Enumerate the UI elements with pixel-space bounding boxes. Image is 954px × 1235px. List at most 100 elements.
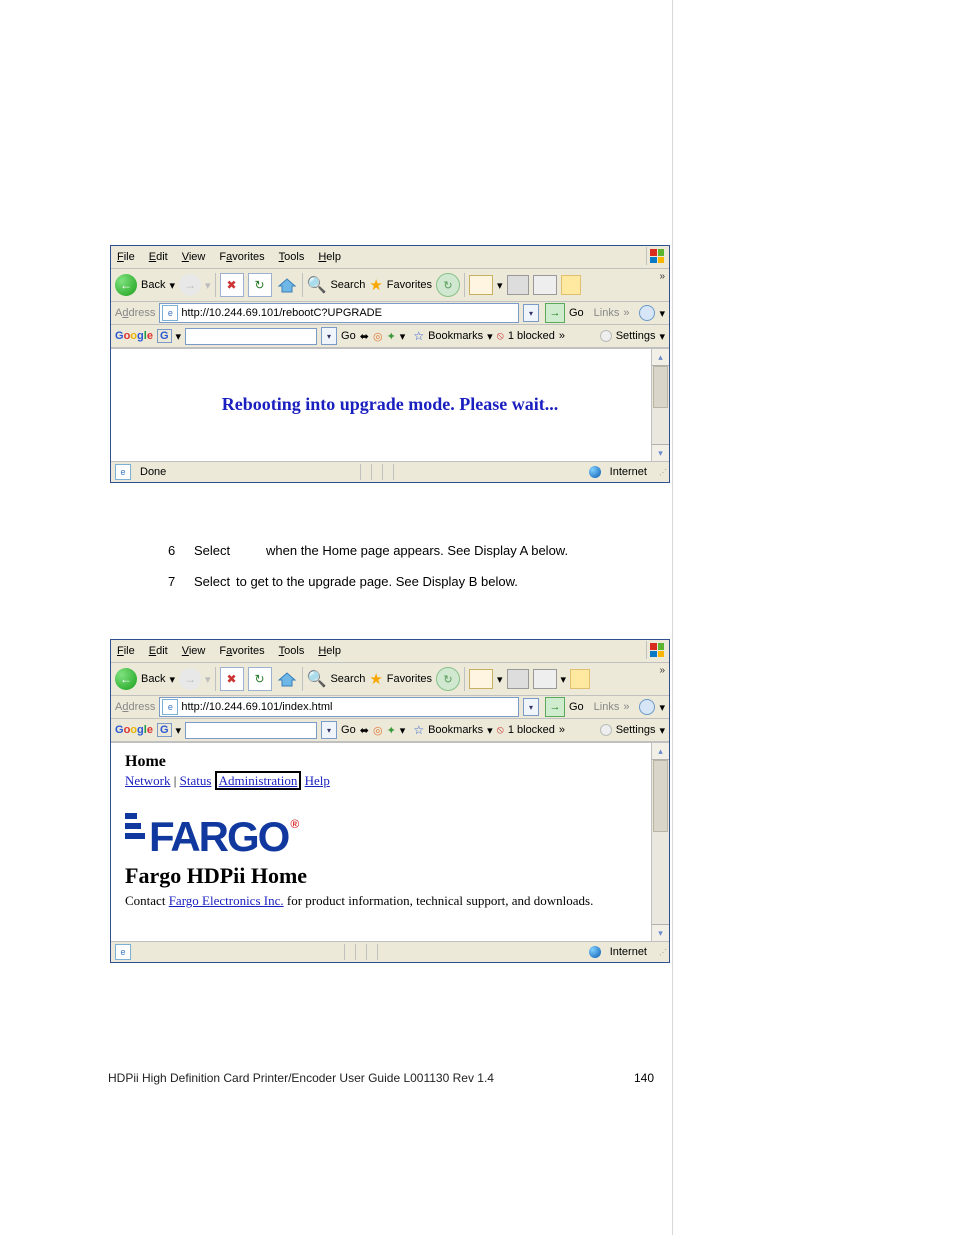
menu-help[interactable]: Help <box>318 645 341 657</box>
back-dropdown[interactable]: ▾ <box>169 673 175 686</box>
menu-tools[interactable]: Tools <box>279 251 305 263</box>
forward-dropdown[interactable]: ▾ <box>205 279 211 292</box>
back-dropdown[interactable]: ▾ <box>169 279 175 292</box>
forward-button[interactable]: → <box>179 668 201 690</box>
print-button[interactable] <box>507 275 529 295</box>
menu-edit[interactable]: Edit <box>149 251 168 263</box>
google-nav-icon[interactable]: ⬌ <box>360 724 369 737</box>
back-button[interactable]: ← <box>115 668 137 690</box>
google-settings-icon[interactable] <box>600 724 612 736</box>
home-button[interactable] <box>276 274 298 296</box>
scroll-up-icon[interactable]: ▴ <box>652 743 669 760</box>
stop-button[interactable]: ✖ <box>220 667 244 691</box>
google-search-dropdown[interactable]: ▾ <box>321 327 337 345</box>
messenger-button[interactable] <box>570 669 590 689</box>
favorites-label[interactable]: Favorites <box>387 279 432 291</box>
toolbar-overflow[interactable]: » <box>659 665 665 676</box>
scroll-down-icon[interactable]: ▾ <box>652 444 669 461</box>
google-news-icon[interactable]: ◎ <box>373 330 383 343</box>
bookmarks-label[interactable]: Bookmarks <box>428 330 483 342</box>
menu-file[interactable]: FFileile <box>117 251 135 263</box>
history-button[interactable]: ↻ <box>436 667 460 691</box>
address-dropdown[interactable]: ▾ <box>523 304 539 322</box>
edit-button[interactable] <box>533 275 557 295</box>
menu-edit[interactable]: Edit <box>149 645 168 657</box>
mail-button[interactable] <box>469 275 493 295</box>
scroll-thumb[interactable] <box>653 366 668 408</box>
menu-file[interactable]: File <box>117 645 135 657</box>
bookmarks-label[interactable]: Bookmarks <box>428 724 483 736</box>
google-search-input[interactable] <box>185 722 317 739</box>
nav-administration[interactable]: Administration <box>215 771 302 790</box>
search-label[interactable]: Search <box>330 673 365 685</box>
google-nav-icon[interactable]: ⬌ <box>360 330 369 343</box>
google-go[interactable]: Go <box>341 724 356 736</box>
menu-view[interactable]: View <box>182 251 206 263</box>
messenger-button[interactable] <box>561 275 581 295</box>
menu-favorites[interactable]: Favorites <box>219 251 264 263</box>
refresh-button[interactable]: ↻ <box>248 273 272 297</box>
google-g-icon[interactable]: G <box>157 723 172 737</box>
back-button[interactable]: ← <box>115 274 137 296</box>
bookmark-star-icon[interactable]: ☆ <box>413 723 424 737</box>
go-button[interactable]: → <box>545 697 565 717</box>
links-bar[interactable]: Links» <box>594 701 630 713</box>
search-icon[interactable]: 🔍 <box>307 275 327 295</box>
edit-button[interactable] <box>533 669 557 689</box>
browser-window-home: File Edit View Favorites Tools Help ← Ba… <box>110 639 670 963</box>
toolbar-overflow[interactable]: » <box>659 271 665 282</box>
address-dropdown[interactable]: ▾ <box>523 698 539 716</box>
menu-view[interactable]: View <box>182 645 206 657</box>
mail-button[interactable] <box>469 669 493 689</box>
menu-favorites[interactable]: Favorites <box>219 645 264 657</box>
go-button[interactable]: → <box>545 303 565 323</box>
refresh-button[interactable]: ↻ <box>248 667 272 691</box>
favorites-star-icon[interactable]: ★ <box>369 276 382 294</box>
google-overflow[interactable]: » <box>559 330 565 342</box>
google-bookmarks-icon[interactable]: ✦ <box>387 330 396 343</box>
google-news-icon[interactable]: ◎ <box>373 724 383 737</box>
google-search-dropdown[interactable]: ▾ <box>321 721 337 739</box>
bookmark-star-icon[interactable]: ☆ <box>413 329 424 343</box>
menu-tools[interactable]: Tools <box>279 645 305 657</box>
scroll-up-icon[interactable]: ▴ <box>652 349 669 366</box>
google-logo: Google <box>115 724 153 736</box>
address-input[interactable]: e http://10.244.69.101/rebootC?UPGRADE <box>159 303 519 323</box>
vertical-scrollbar[interactable]: ▴ ▾ <box>651 743 669 941</box>
forward-button[interactable]: → <box>179 274 201 296</box>
google-settings-label[interactable]: Settings <box>616 724 656 736</box>
contact-link[interactable]: Fargo Electronics Inc. <box>169 893 284 908</box>
security-zone-icon[interactable] <box>639 305 655 321</box>
history-button[interactable]: ↻ <box>436 273 460 297</box>
popup-blocked-icon[interactable]: ⦸ <box>497 330 504 343</box>
popup-blocked-label[interactable]: 1 blocked <box>508 330 555 342</box>
vertical-scrollbar[interactable]: ▴ ▾ <box>651 349 669 461</box>
scroll-thumb[interactable] <box>653 760 668 832</box>
favorites-star-icon[interactable]: ★ <box>369 670 382 688</box>
address-input[interactable]: e http://10.244.69.101/index.html <box>159 697 519 717</box>
nav-help[interactable]: Help <box>305 773 330 788</box>
google-bookmarks-icon[interactable]: ✦ <box>387 724 396 737</box>
stop-button[interactable]: ✖ <box>220 273 244 297</box>
forward-dropdown[interactable]: ▾ <box>205 673 211 686</box>
popup-blocked-label[interactable]: 1 blocked <box>508 724 555 736</box>
nav-status[interactable]: Status <box>180 773 212 788</box>
menu-help[interactable]: Help <box>318 251 341 263</box>
home-button[interactable] <box>276 668 298 690</box>
favorites-label[interactable]: Favorites <box>387 673 432 685</box>
google-settings-icon[interactable] <box>600 330 612 342</box>
google-settings-label[interactable]: Settings <box>616 330 656 342</box>
back-label: Back <box>141 279 165 291</box>
print-button[interactable] <box>507 669 529 689</box>
links-bar[interactable]: Links» <box>594 307 630 319</box>
popup-blocked-icon[interactable]: ⦸ <box>497 724 504 737</box>
scroll-down-icon[interactable]: ▾ <box>652 924 669 941</box>
search-label[interactable]: Search <box>330 279 365 291</box>
google-go[interactable]: Go <box>341 330 356 342</box>
search-icon[interactable]: 🔍 <box>307 669 327 689</box>
nav-network[interactable]: Network <box>125 773 171 788</box>
google-overflow[interactable]: » <box>559 724 565 736</box>
google-g-icon[interactable]: G <box>157 329 172 343</box>
security-zone-icon[interactable] <box>639 699 655 715</box>
google-search-input[interactable] <box>185 328 317 345</box>
